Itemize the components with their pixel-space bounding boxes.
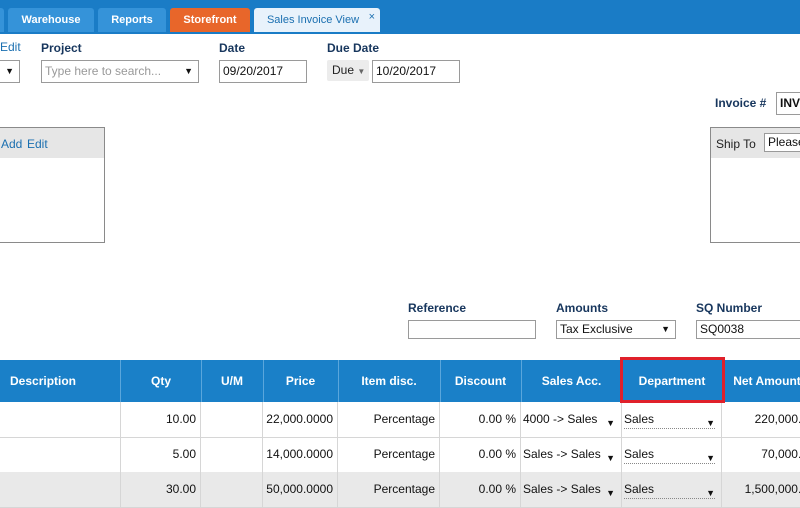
tab-label: Storefront: [183, 14, 237, 26]
tab-label: Sales Invoice View: [266, 14, 360, 26]
department-value: Sales: [624, 412, 655, 426]
col-price[interactable]: Price: [263, 360, 339, 402]
cell-price[interactable]: 50,000.0000: [263, 472, 338, 507]
chevron-down-icon: ▼: [357, 67, 366, 76]
ship-to-box: Ship To Please: [710, 127, 800, 243]
cell-net-amount: 70,000.0: [761, 447, 800, 461]
dropdown-arrow-icon: ▼: [606, 488, 615, 498]
cell-item-disc[interactable]: Percentage: [338, 402, 440, 437]
tab-storefront[interactable]: Storefront: [170, 8, 250, 32]
sales-acc-value: 4000 -> Sales: [523, 412, 598, 426]
top-tab-bar: Warehouse Reports Storefront Sales Invoi…: [0, 0, 800, 34]
col-qty[interactable]: Qty: [121, 360, 202, 402]
cell-net-amount: 220,000.0: [754, 412, 800, 426]
col-item-disc[interactable]: Item disc.: [338, 360, 441, 402]
select-underline: [624, 463, 715, 464]
cell-sales-acc[interactable]: 4000 -> Sales ▼: [521, 402, 622, 437]
project-label: Project: [41, 41, 82, 55]
tab-warehouse[interactable]: Warehouse: [8, 8, 94, 32]
ship-to-select[interactable]: Please: [764, 133, 800, 152]
select-underline: [624, 428, 715, 429]
ship-to-label: Ship To: [716, 137, 756, 151]
table-row[interactable]: 5.00 14,000.0000 Percentage 0.00 % Sales…: [0, 437, 800, 473]
dropdown-arrow-icon: ▼: [606, 418, 615, 428]
reference-label: Reference: [408, 301, 467, 315]
department-value: Sales: [624, 482, 655, 496]
cell-item-disc[interactable]: Percentage: [338, 437, 440, 472]
bill-add-link[interactable]: Add: [1, 137, 22, 151]
due-mode-select[interactable]: Due ▼: [327, 60, 369, 81]
cell-qty[interactable]: 10.00: [121, 402, 201, 437]
sq-number-input[interactable]: SQ0038: [696, 320, 800, 339]
table-row[interactable]: 30.00 50,000.0000 Percentage 0.00 % Sale…: [0, 472, 800, 508]
cell-price[interactable]: 14,000.0000: [263, 437, 338, 472]
cell-description[interactable]: [0, 402, 121, 437]
tab-label: Reports: [111, 14, 153, 26]
project-placeholder: Type here to search...: [45, 64, 162, 78]
department-value: Sales: [624, 447, 655, 461]
date-input[interactable]: 09/20/2017: [219, 60, 307, 83]
col-description[interactable]: Description: [0, 360, 121, 402]
project-search-input[interactable]: Type here to search... ▼: [41, 60, 199, 83]
cell-description[interactable]: [0, 437, 121, 472]
sales-acc-value: Sales -> Sales: [523, 482, 601, 496]
cell-department[interactable]: Sales ▼: [622, 402, 722, 437]
cell-um[interactable]: [201, 472, 263, 507]
bill-to-box: Add Edit: [0, 127, 105, 243]
amounts-select[interactable]: Tax Exclusive ▼: [556, 320, 676, 339]
col-um[interactable]: U/M: [201, 360, 264, 402]
cell-net-amount: 1,500,000.0: [744, 482, 800, 496]
cell-sales-acc[interactable]: Sales -> Sales ▼: [521, 472, 622, 507]
reference-input[interactable]: [408, 320, 536, 339]
dropdown-arrow-icon: ▼: [706, 488, 715, 498]
cell-qty[interactable]: 30.00: [121, 472, 201, 507]
bill-edit-link[interactable]: Edit: [27, 137, 48, 151]
cell-discount[interactable]: 0.00 %: [440, 437, 521, 472]
select-underline: [624, 498, 715, 499]
cell-discount[interactable]: 0.00 %: [440, 472, 521, 507]
dropdown-arrow-icon: ▼: [5, 66, 14, 76]
cell-description[interactable]: [0, 472, 121, 507]
close-icon[interactable]: ×: [369, 5, 375, 29]
col-discount[interactable]: Discount: [440, 360, 522, 402]
cell-qty[interactable]: 5.00: [121, 437, 201, 472]
table-row[interactable]: 10.00 22,000.0000 Percentage 0.00 % 4000…: [0, 402, 800, 438]
cell-um[interactable]: [201, 437, 263, 472]
dropdown-arrow-icon: ▼: [706, 453, 715, 463]
dropdown-arrow-icon: ▼: [606, 453, 615, 463]
department-highlight-box: [620, 357, 725, 403]
col-sales-acc[interactable]: Sales Acc.: [521, 360, 623, 402]
tab-sales-invoice-view[interactable]: Sales Invoice View ×: [254, 8, 380, 32]
date-label: Date: [219, 41, 246, 55]
cell-sales-acc[interactable]: Sales -> Sales ▼: [521, 437, 622, 472]
due-date-input[interactable]: 10/20/2017: [372, 60, 460, 83]
cell-um[interactable]: [201, 402, 263, 437]
col-net-amount[interactable]: Net Amount: [722, 360, 800, 402]
cell-department[interactable]: Sales ▼: [622, 437, 722, 472]
invoice-number-label: Invoice #: [715, 96, 767, 110]
tab-label: Warehouse: [21, 14, 81, 26]
sq-number-label: SQ Number: [696, 301, 763, 315]
amounts-label: Amounts: [556, 301, 608, 315]
dropdown-arrow-icon: ▼: [184, 66, 193, 76]
tab-partial[interactable]: [0, 8, 4, 32]
due-date-label: Due Date: [327, 41, 380, 55]
invoice-number-input[interactable]: INV: [776, 92, 800, 115]
cell-discount[interactable]: 0.00 %: [440, 402, 521, 437]
tab-reports[interactable]: Reports: [98, 8, 166, 32]
due-mode-label: Due: [332, 63, 355, 77]
cell-item-disc[interactable]: Percentage: [338, 472, 440, 507]
amounts-value: Tax Exclusive: [560, 322, 633, 336]
dropdown-arrow-icon: ▼: [661, 324, 670, 334]
sales-acc-value: Sales -> Sales: [523, 447, 601, 461]
edit-link[interactable]: Edit: [0, 40, 21, 54]
cell-department[interactable]: Sales ▼: [622, 472, 722, 507]
customer-select[interactable]: ▼: [0, 60, 20, 83]
cell-price[interactable]: 22,000.0000: [263, 402, 338, 437]
dropdown-arrow-icon: ▼: [706, 418, 715, 428]
